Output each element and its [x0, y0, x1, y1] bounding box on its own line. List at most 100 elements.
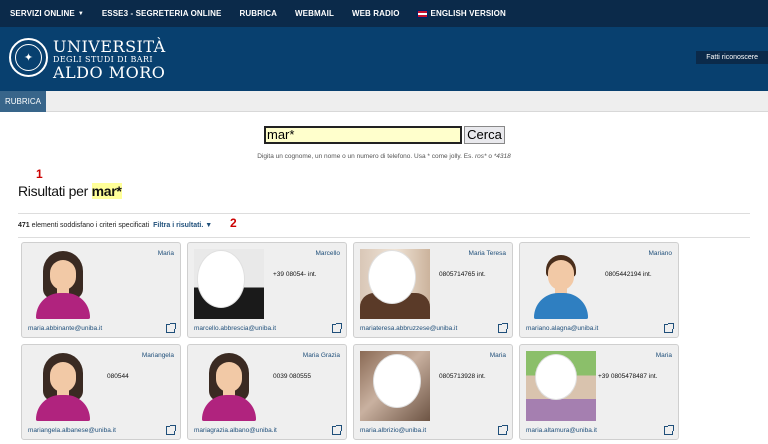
brand-line1: UNIVERSITÀ [53, 37, 166, 56]
avatar-face [50, 362, 76, 392]
contact-card[interactable]: Maria +39 0805478487 int. maria.altamura… [519, 344, 679, 440]
contact-photo [360, 249, 430, 319]
contact-card[interactable]: Maria maria.abbinante@uniba.it [21, 242, 181, 338]
contact-phone: +39 08054- int. [273, 271, 317, 278]
results-title-prefix: Risultati per [18, 183, 89, 199]
search-input[interactable]: mar* [264, 126, 462, 144]
sub-nav: RUBRICA [0, 91, 768, 112]
contact-phone: 0805714765 int. [439, 271, 486, 278]
external-link-icon[interactable] [498, 323, 508, 333]
avatar-body [36, 293, 90, 319]
contact-card[interactable]: Maria 0805713928 int. maria.albrizio@uni… [353, 344, 513, 440]
external-link-icon[interactable] [166, 323, 176, 333]
search-button[interactable]: Cerca [464, 126, 505, 144]
search-form: mar* Cerca [264, 126, 505, 144]
contact-card[interactable]: Mariangela 080544 mariangela.albanese@un… [21, 344, 181, 440]
contact-email[interactable]: maria.albrizio@uniba.it [360, 427, 426, 434]
results-title: Risultati per mar* [18, 183, 122, 199]
contact-email[interactable]: marcello.abbrescia@uniba.it [194, 325, 276, 332]
external-link-icon[interactable] [664, 323, 674, 333]
results-count-text: elementi soddisfano i criteri specificat… [31, 222, 150, 229]
marker-1: 1 [36, 167, 43, 181]
contact-name: Maria [157, 250, 174, 257]
chevron-down-icon: ▼ [77, 10, 84, 17]
female-avatar-icon [194, 351, 264, 421]
filter-label: Filtra i risultati. [153, 222, 204, 229]
hint-example-1: ros* [474, 153, 487, 160]
contact-card[interactable]: Marcello +39 08054- int. marcello.abbres… [187, 242, 347, 338]
divider [18, 237, 750, 238]
external-link-icon[interactable] [664, 425, 674, 435]
contact-card[interactable]: Mariano 0805442194 int. mariano.alagna@u… [519, 242, 679, 338]
photo-redaction [369, 251, 415, 303]
photo-redaction [536, 355, 576, 399]
filter-results-link[interactable]: Filtra i risultati. ▼ [153, 222, 212, 229]
contact-photo [526, 351, 596, 421]
external-link-icon[interactable] [166, 425, 176, 435]
brand-line3: ALDO MORO [53, 63, 166, 82]
avatar-body [202, 395, 256, 421]
external-link-icon[interactable] [332, 425, 342, 435]
results-count: 471 [18, 222, 30, 229]
photo-redaction [374, 355, 420, 407]
contact-email[interactable]: mariangela.albanese@uniba.it [28, 427, 116, 434]
contact-photo [194, 249, 264, 319]
nav-servizi-online-label: SERVIZI ONLINE [10, 9, 75, 18]
hint-or: o [488, 153, 492, 160]
search-hint: Digita un cognome, un nome o un numero d… [0, 153, 768, 160]
contact-email[interactable]: maria.abbinante@uniba.it [28, 325, 102, 332]
contact-name: Mariano [648, 250, 672, 257]
photo-clothing [526, 399, 596, 421]
contact-email[interactable]: mariateresa.abbruzzese@uniba.it [360, 325, 457, 332]
contact-card[interactable]: Maria Grazia 0039 080555 mariagrazia.alb… [187, 344, 347, 440]
contact-email[interactable]: mariagrazia.albano@uniba.it [194, 427, 277, 434]
hint-example-2: *4318 [493, 153, 511, 160]
contact-phone: 0805442194 int. [605, 271, 652, 278]
marker-2: 2 [230, 216, 237, 230]
avatar-face [216, 362, 242, 392]
contact-email[interactable]: maria.altamura@uniba.it [526, 427, 597, 434]
avatar-body [36, 395, 90, 421]
nav-esse3-label: ESSE3 - SEGRETERIA ONLINE [101, 9, 222, 18]
divider [18, 213, 750, 214]
contact-name: Maria Grazia [302, 352, 340, 359]
contact-phone: 0805713928 int. [439, 373, 486, 380]
nav-esse3[interactable]: ESSE3 - SEGRETERIA ONLINE [93, 9, 231, 18]
nav-webmail-label: WEBMAIL [295, 9, 334, 18]
contact-name: Marcello [315, 250, 340, 257]
contact-phone: +39 0805478487 int. [598, 373, 658, 380]
university-seal-icon[interactable]: ✦ [9, 38, 48, 77]
nav-rubrica[interactable]: RUBRICA [230, 9, 286, 18]
avatar-face [548, 260, 574, 290]
nav-rubrica-label: RUBRICA [239, 9, 278, 18]
nav-webmail[interactable]: WEBMAIL [286, 9, 343, 18]
nav-english-version[interactable]: ENGLISH VERSION [409, 9, 515, 18]
external-link-icon[interactable] [332, 323, 342, 333]
hint-text: Digita un cognome, un nome o un numero d… [257, 153, 474, 160]
contact-phone: 080544 [107, 373, 129, 380]
male-avatar-icon [526, 249, 596, 319]
contact-phone: 0039 080555 [273, 373, 311, 380]
nav-servizi-online[interactable]: SERVIZI ONLINE ▼ [0, 9, 93, 18]
contact-email[interactable]: mariano.alagna@uniba.it [526, 325, 598, 332]
tab-rubrica[interactable]: RUBRICA [0, 91, 47, 112]
photo-redaction [198, 251, 244, 307]
contact-name: Maria [489, 352, 506, 359]
university-logo[interactable]: UNIVERSITÀ DEGLI STUDI DI BARI ALDO MORO [53, 39, 166, 81]
contact-name: Maria Teresa [468, 250, 506, 257]
top-nav: SERVIZI ONLINE ▼ ESSE3 - SEGRETERIA ONLIN… [0, 0, 768, 27]
avatar-face [50, 260, 76, 290]
contact-name: Maria [655, 352, 672, 359]
contact-photo [360, 351, 430, 421]
avatar-body [534, 293, 588, 319]
results-query: mar* [91, 183, 122, 199]
uk-flag-icon [416, 9, 428, 18]
external-link-icon[interactable] [498, 425, 508, 435]
female-avatar-icon [28, 249, 98, 319]
login-link[interactable]: Fatti riconoscere [696, 51, 768, 64]
nav-english-version-label: ENGLISH VERSION [430, 9, 506, 18]
contact-card[interactable]: Maria Teresa 0805714765 int. mariateresa… [353, 242, 513, 338]
site-header: ✦ UNIVERSITÀ DEGLI STUDI DI BARI ALDO MO… [0, 27, 768, 91]
seal-inner: ✦ [15, 44, 42, 71]
nav-web-radio[interactable]: WEB RADIO [343, 9, 409, 18]
